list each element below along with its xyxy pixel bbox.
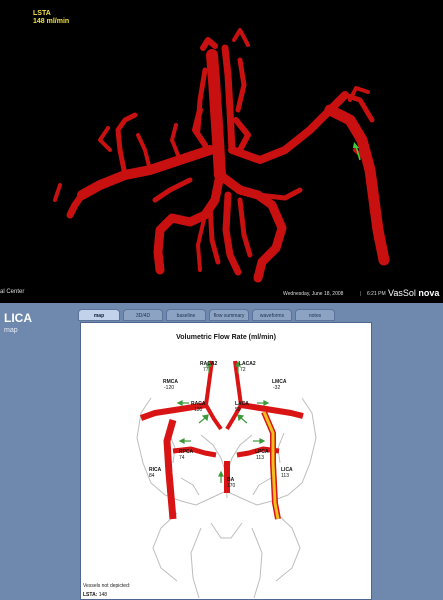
lsta-name: LSTA:	[83, 592, 98, 598]
label-laca2-value: 72	[240, 367, 246, 373]
angiogram-render	[53, 28, 390, 283]
tab-map[interactable]: map	[78, 309, 120, 321]
brand-nova: nova	[418, 288, 440, 298]
brand-vassol: VasSol	[388, 288, 416, 298]
lsta-readout: LSTA: 148	[83, 592, 107, 598]
tab-3d-4d[interactable]: 3D/4D	[123, 309, 163, 321]
footer-separator: |	[360, 291, 362, 297]
vessel-lmca	[240, 402, 304, 419]
arrow-raca	[198, 414, 209, 424]
selected-vessel-title: LICA	[4, 311, 32, 325]
label-lica-value: 113	[281, 473, 289, 479]
label-laca-value: 59	[235, 407, 241, 413]
label-rpca-value: 74	[179, 455, 185, 461]
arrow-ba	[218, 470, 224, 483]
vessel-raca	[204, 404, 223, 431]
segment-label: LSTA	[33, 10, 51, 17]
label-rica-value: 84	[149, 473, 155, 479]
segment-flow-value: 148 ml/min	[33, 18, 70, 25]
arrow-rpca	[178, 438, 191, 444]
brand-logo: VasSol nova	[388, 288, 439, 298]
label-lpca-value: 113	[256, 455, 264, 461]
tab-flow-summary[interactable]: flow summary	[209, 309, 249, 321]
arrow-lmca	[257, 400, 270, 406]
vessels-not-depicted-label: Vessels not depicted:	[83, 583, 131, 589]
tab-notes[interactable]: notes	[295, 309, 335, 321]
label-lmca-value: -32	[273, 385, 280, 391]
footer-date: Wednesday, June 18, 2008	[283, 291, 344, 297]
flow-map-section: LICA map map 3D/4D baseline flow summary…	[0, 303, 443, 600]
label-raca-value: 130	[194, 407, 203, 413]
label-raca2-value: 77	[203, 367, 209, 373]
institution-label: al Center	[0, 289, 25, 295]
vessel-rica	[163, 419, 177, 520]
label-ba-value: 170	[227, 483, 236, 489]
footer-time: 6:21 PM	[367, 291, 386, 297]
view-label: map	[4, 327, 18, 334]
label-rmca-value: -120	[164, 385, 174, 391]
flow-map-panel: Volumetric Flow Rate (ml/min) RACA2 77 L…	[80, 322, 372, 600]
tab-baseline[interactable]: baseline	[166, 309, 206, 321]
lsta-value: 148	[98, 592, 108, 598]
arrow-lpca	[253, 438, 266, 444]
vessel-map: RACA2 77 LACA2 72 RMCA -120 LMCA -32 RAC…	[136, 360, 317, 599]
tab-waveforms[interactable]: waveforms	[252, 309, 292, 321]
arrow-rmca	[176, 400, 189, 406]
angiogram-viewer[interactable]: LSTA 148 ml/min al Center Wednesday, Jun…	[0, 0, 443, 303]
arrow-laca	[237, 414, 248, 424]
